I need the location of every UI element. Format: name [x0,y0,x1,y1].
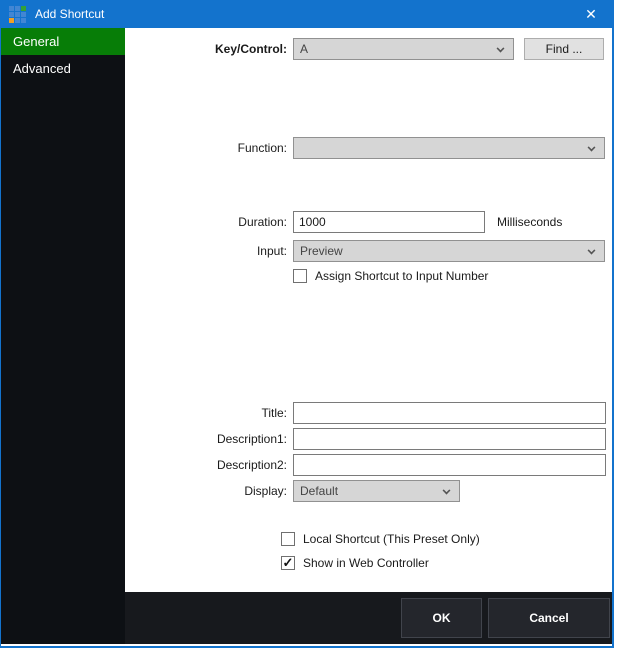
window-title: Add Shortcut [35,7,104,21]
duration-input[interactable] [293,211,485,233]
sidebar: General Advanced [1,28,125,644]
checkmark-icon: ✓ [283,556,294,569]
logo-square [15,12,20,17]
checkbox-label: Local Shortcut (This Preset Only) [303,532,480,546]
checkbox-label: Assign Shortcut to Input Number [315,269,488,283]
app-logo-icon [9,6,26,23]
chevron-down-icon [497,45,505,53]
add-shortcut-dialog: Add Shortcut ✕ General Advanced Key/Cont… [0,0,614,648]
general-panel: Key/Control: A Find ... Function: Durati… [125,28,612,592]
description2-input[interactable] [293,454,606,476]
sidebar-item-advanced[interactable]: Advanced [1,55,125,82]
logo-square [15,18,20,23]
logo-square [21,6,26,11]
web-controller-checkbox[interactable]: ✓ Show in Web Controller [281,555,429,571]
logo-square [21,18,26,23]
title-label: Title: [125,402,287,424]
key-control-label: Key/Control: [125,38,287,60]
logo-square [15,6,20,11]
chevron-down-icon [588,144,596,152]
chevron-down-icon [443,487,451,495]
description2-label: Description2: [125,454,287,476]
description1-label: Description1: [125,428,287,450]
key-control-select[interactable]: A [293,38,514,60]
sidebar-item-general[interactable]: General [1,28,125,55]
duration-label: Duration: [125,211,287,233]
input-value: Preview [300,241,343,261]
ok-button[interactable]: OK [401,598,482,638]
display-label: Display: [125,480,287,502]
title-bar: Add Shortcut ✕ [1,0,612,28]
local-shortcut-checkbox[interactable]: Local Shortcut (This Preset Only) [281,531,480,547]
cancel-button[interactable]: Cancel [488,598,610,638]
assign-shortcut-checkbox[interactable]: Assign Shortcut to Input Number [293,268,488,284]
logo-square [9,6,14,11]
function-select[interactable] [293,137,605,159]
duration-unit-label: Milliseconds [497,211,562,233]
display-value: Default [300,481,338,501]
logo-square [21,12,26,17]
checkbox-box[interactable] [293,269,307,283]
footer-bar: OK Cancel [125,592,612,644]
find-button[interactable]: Find ... [524,38,604,60]
title-input[interactable] [293,402,606,424]
input-select[interactable]: Preview [293,240,605,262]
logo-square [9,12,14,17]
chevron-down-icon [588,247,596,255]
key-control-value: A [300,39,308,59]
description1-input[interactable] [293,428,606,450]
checkbox-box[interactable] [281,532,295,546]
input-label: Input: [125,240,287,262]
function-label: Function: [125,137,287,159]
display-select[interactable]: Default [293,480,460,502]
checkbox-label: Show in Web Controller [303,556,429,570]
close-icon[interactable]: ✕ [570,0,612,28]
checkbox-box[interactable]: ✓ [281,556,295,570]
logo-square [9,18,14,23]
